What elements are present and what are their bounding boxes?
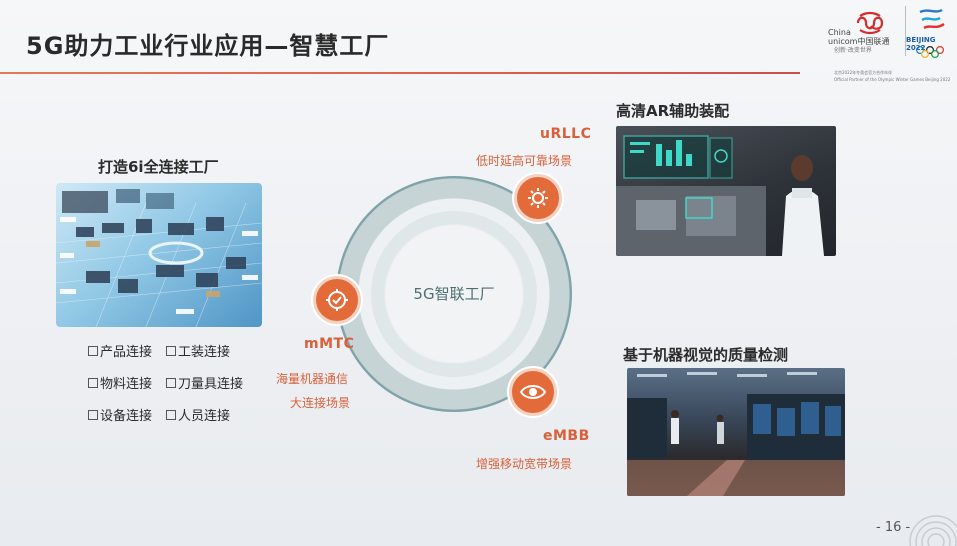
urllc-subtitle: 低时延高可靠场景	[476, 154, 573, 168]
connection-item-cutting-tools: 刀量具连接	[166, 373, 243, 392]
connection-item-personnel: 人员连接	[166, 405, 230, 424]
checkbox-icon	[88, 346, 98, 356]
unicom-name-text: unicom中国联通	[828, 37, 890, 46]
corner-swirl-icon	[909, 515, 957, 546]
factory-illustration	[56, 189, 262, 327]
embb-title: eMBB	[543, 428, 590, 444]
center-label: 5G智联工厂	[413, 285, 495, 303]
shield-gear-icon	[326, 289, 348, 311]
connection-item-product: 产品连接	[88, 341, 152, 360]
title-underline	[0, 72, 800, 74]
mmtc-subtitle-1: 海量机器通信	[276, 372, 349, 386]
urllc-badge	[514, 174, 562, 222]
brand-logos: China unicom中国联通 创新·改变世界 BEIJING 2022 北京…	[822, 6, 952, 86]
machine-vision-heading: 基于机器视觉的质量检测	[623, 346, 789, 364]
partner-cn-text: 北京2022年冬奥会官方合作伙伴	[834, 70, 893, 75]
unicom-slogan: 创新·改变世界	[834, 47, 872, 54]
checkbox-icon	[166, 410, 176, 420]
olympic-rings-icon	[916, 46, 944, 58]
connection-item-material: 物料连接	[88, 373, 152, 392]
left-heading: 打造6i全连接工厂	[98, 158, 219, 176]
connection-item-equipment: 设备连接	[88, 405, 152, 424]
checkbox-icon	[166, 346, 176, 356]
unicom-logo-icon	[856, 11, 884, 35]
checkbox-icon	[88, 410, 98, 420]
factory-isometric-image	[56, 183, 262, 327]
machine-vision-illustration	[627, 372, 845, 496]
embb-badge	[509, 368, 557, 416]
checkbox-icon	[166, 378, 176, 388]
urllc-title: uRLLC	[540, 126, 592, 142]
checkbox-icon	[88, 378, 98, 388]
gear-icon	[528, 188, 548, 208]
connection-item-tooling: 工装连接	[166, 341, 230, 360]
unicom-china-text: China	[828, 28, 851, 37]
embb-subtitle: 增强移动宽带场景	[476, 457, 573, 471]
mmtc-title: mMTC	[304, 336, 355, 352]
ar-assembly-illustration	[616, 135, 824, 256]
eye-icon	[519, 385, 547, 399]
machine-vision-photo	[627, 368, 845, 496]
ar-assembly-photo	[616, 126, 836, 256]
mmtc-subtitle-2: 大连接场景	[290, 396, 351, 410]
slide-title: 5G助力工业行业应用—智慧工厂	[26, 32, 390, 60]
beijing-2022-emblem-icon	[919, 8, 945, 30]
ar-assembly-heading: 高清AR辅助装配	[616, 102, 730, 120]
partner-en-text: Official Partner of the Olympic Winter G…	[834, 77, 951, 82]
mmtc-badge	[313, 276, 361, 324]
